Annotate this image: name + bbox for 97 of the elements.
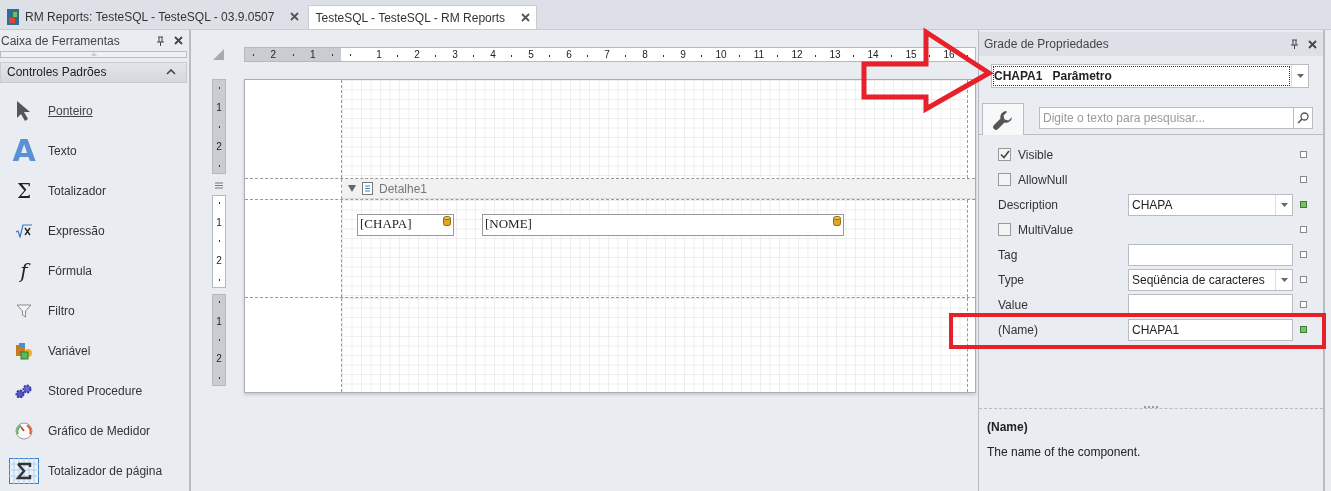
toolbox-item[interactable]: Texto — [48, 144, 77, 158]
ruler-number: 8 — [642, 49, 648, 60]
ruler-number: 15 — [905, 49, 917, 60]
ruler-number: 11 — [753, 49, 765, 60]
group-header[interactable]: Controles Padrões — [0, 61, 187, 83]
glyph-icon: A — [12, 136, 36, 166]
group-title: Controles Padrões — [7, 65, 107, 80]
tab-label: TesteSQL - TesteSQL - RM Reports — [315, 10, 506, 25]
checkbox[interactable] — [998, 223, 1011, 236]
ruler-number: 2 — [216, 140, 222, 152]
property-dropdown[interactable]: CHAPA — [1128, 193, 1293, 216]
toolbox-item[interactable]: Stored Procedure — [48, 384, 143, 398]
wrench-icon — [993, 109, 1013, 130]
band-handle-icon[interactable] — [215, 182, 223, 189]
search-icon — [1297, 112, 1309, 124]
ruler-number: 1 — [376, 49, 382, 60]
close-icon[interactable] — [174, 36, 183, 46]
ruler-number: 2 — [216, 353, 222, 365]
property-label: (Name) — [998, 322, 1038, 337]
gauge-icon — [15, 422, 33, 440]
ruler-number: 4 — [490, 49, 496, 60]
database-icon — [443, 216, 451, 226]
ruler-number: 2 — [414, 49, 420, 60]
chevron-icon — [166, 69, 176, 76]
property-label: Visible — [1018, 147, 1054, 162]
ruler-number: 12 — [791, 49, 803, 60]
expand-triangle-icon[interactable] — [348, 185, 356, 192]
ruler-number: 13 — [829, 49, 841, 60]
property-label: Tag — [998, 247, 1018, 262]
toolbox-item[interactable]: Totalizador de página — [48, 464, 163, 478]
ruler-number: 14 — [867, 49, 879, 60]
pointer-icon — [16, 100, 32, 122]
band-header[interactable]: Detalhe1 — [342, 179, 975, 199]
document-tab[interactable]: RM Reports: TesteSQL - TesteSQL - 03.9.0507 — [2, 4, 307, 29]
search-button[interactable] — [1293, 107, 1313, 129]
panel-title: Grade de Propriedades — [984, 37, 1109, 51]
pin-icon[interactable] — [1290, 39, 1299, 49]
funnel-icon — [16, 303, 32, 319]
ruler-number: 7 — [604, 49, 610, 60]
toolbox-item[interactable]: Totalizador — [48, 184, 107, 198]
property-dropdown[interactable]: Seqüência de caracteres — [1128, 268, 1293, 291]
toolbox-item[interactable]: Gráfico de Medidor — [48, 424, 151, 438]
tab-label: RM Reports: TesteSQL - TesteSQL - 03.9.0507 — [25, 9, 275, 24]
data-field[interactable]: [NOME] — [482, 214, 844, 236]
ruler-number: 5 — [528, 49, 534, 60]
glyph-icon: Σ — [16, 181, 32, 201]
property-label: AllowNull — [1018, 172, 1068, 187]
document-tab[interactable]: TesteSQL - TesteSQL - RM Reports — [308, 5, 538, 29]
field-text: [CHAPA] — [360, 216, 412, 233]
ruler-number: 2 — [216, 255, 222, 267]
properties-tab[interactable] — [982, 103, 1024, 135]
band-title: Detalhe1 — [379, 181, 428, 196]
close-icon[interactable] — [1308, 39, 1317, 49]
close-icon[interactable] — [290, 12, 300, 21]
description-title: (Name) — [987, 420, 1029, 434]
panel-title: Caixa de Ferramentas — [1, 33, 120, 48]
ruler-number: 9 — [680, 49, 686, 60]
toolbox-item[interactable]: Filtro — [48, 304, 75, 318]
property-label: Description — [998, 197, 1059, 212]
property-label: MultiValue — [1018, 222, 1074, 237]
app-icon — [7, 8, 19, 25]
property-input[interactable] — [1128, 243, 1293, 266]
ruler-number: 1 — [216, 216, 222, 228]
toolbox-item[interactable]: Expressão — [48, 224, 105, 238]
ruler-number: 10 — [715, 49, 727, 60]
data-field[interactable]: [CHAPA] — [357, 214, 454, 236]
property-label: Type — [998, 272, 1024, 287]
square-root-icon — [16, 224, 32, 238]
toolbox-item[interactable]: Fórmula — [48, 264, 92, 278]
dropdown-caret-icon — [1280, 202, 1288, 207]
database-icon — [833, 216, 841, 226]
close-icon[interactable] — [521, 13, 531, 22]
variable-icon — [15, 342, 33, 360]
dropdown-caret-icon — [1296, 74, 1304, 78]
description-text: The name of the component. — [987, 445, 1142, 459]
property-input[interactable] — [1128, 293, 1293, 316]
corner-icon — [213, 49, 224, 60]
checkbox[interactable] — [998, 173, 1011, 186]
gears-icon — [15, 384, 33, 398]
field-text: [NOME] — [485, 216, 532, 233]
toolbox-item[interactable]: Ponteiro — [48, 104, 93, 118]
pin-icon[interactable] — [156, 35, 165, 46]
checkbox[interactable] — [998, 148, 1011, 161]
property-label: Value — [998, 297, 1028, 312]
dropdown-caret-icon — [1280, 277, 1288, 282]
up-arrow-icon — [90, 52, 97, 57]
sum-grid-icon — [9, 458, 39, 484]
ruler-number: 2 — [270, 49, 277, 60]
ruler-number: 1 — [309, 49, 316, 60]
property-input[interactable]: CHAPA1 — [1128, 318, 1293, 341]
search-field[interactable]: Digite o texto para pesquisar... — [1039, 107, 1293, 129]
toolbox-item[interactable]: Variável — [48, 344, 91, 358]
ruler-number: 3 — [452, 49, 458, 60]
ruler-number: 6 — [566, 49, 572, 60]
ruler-number: 1 — [216, 101, 222, 113]
ruler-number: 1 — [216, 315, 222, 327]
document-icon — [362, 182, 373, 195]
